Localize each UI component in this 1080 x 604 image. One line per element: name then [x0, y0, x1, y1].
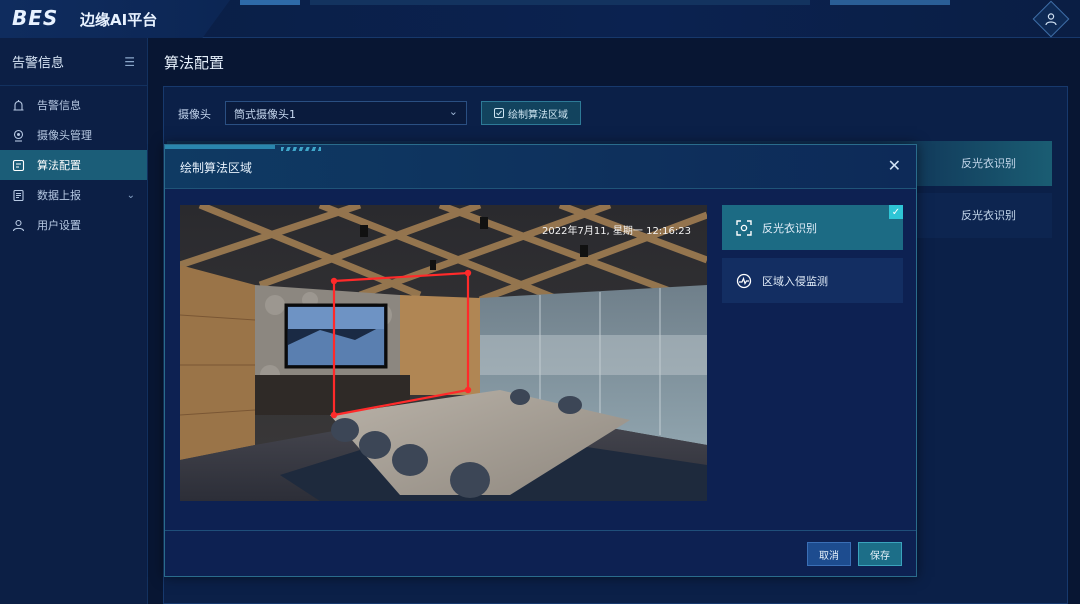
sidebar-item-label: 告警信息	[37, 99, 81, 112]
sidebar-item-label: 数据上报	[37, 189, 81, 202]
pulse-icon	[736, 273, 752, 289]
sidebar-item-algorithm-config[interactable]: 算法配置	[0, 150, 147, 180]
sidebar-header: 告警信息 ☰	[0, 38, 147, 86]
modal-footer: 取消 保存	[165, 530, 916, 576]
user-icon	[1045, 13, 1057, 26]
sidebar-item-label: 算法配置	[37, 159, 81, 172]
snapshot-timestamp: 2022年7月11, 星期一 12:16:23	[542, 226, 691, 237]
page-title: 算法配置	[164, 54, 225, 72]
sidebar-item-label: 摄像头管理	[37, 129, 92, 142]
draw-region-button[interactable]: 绘制算法区域	[481, 101, 581, 125]
chevron-down-icon: ⌄	[126, 189, 135, 201]
scan-icon	[736, 219, 752, 236]
conference-room-image	[180, 205, 707, 501]
report-icon	[12, 189, 25, 202]
save-button[interactable]: 保存	[858, 542, 902, 566]
camera-label: 摄像头	[178, 108, 211, 121]
camera-icon	[12, 129, 25, 142]
header-decoration	[830, 0, 950, 5]
user-menu-button[interactable]	[1032, 0, 1070, 38]
draw-region-label: 绘制算法区域	[508, 109, 568, 121]
header-decoration	[281, 147, 321, 151]
camera-select[interactable]: 筒式摄像头1 ⌄	[225, 101, 467, 125]
sidebar-item-data-report[interactable]: 数据上报 ⌄	[0, 180, 147, 210]
header-decoration	[165, 145, 275, 149]
logo: BES	[12, 6, 59, 30]
algorithm-option-label: 反光衣识别	[762, 221, 817, 235]
alarm-icon	[12, 99, 25, 112]
top-bar: BES 边缘AI平台	[0, 0, 1080, 38]
chevron-down-icon: ⌄	[448, 105, 458, 118]
camera-select-value: 筒式摄像头1	[234, 108, 296, 121]
config-icon	[12, 159, 25, 172]
sidebar-item-cameras[interactable]: 摄像头管理	[0, 120, 147, 150]
cancel-button[interactable]: 取消	[807, 542, 851, 566]
check-icon: ✓	[889, 205, 903, 219]
modal-title: 绘制算法区域	[180, 161, 253, 175]
algorithm-row-label: 反光衣识别	[961, 209, 1016, 222]
sidebar-item-alarms[interactable]: 告警信息	[0, 90, 147, 120]
modal-header: 绘制算法区域 ✕	[165, 145, 916, 189]
close-icon[interactable]: ✕	[888, 156, 901, 175]
header-decoration	[240, 0, 300, 5]
app-title: 边缘AI平台	[80, 11, 158, 29]
draw-region-modal: 绘制算法区域 ✕ 2022年7月11, 星期一 12:16:23 反光衣识别 ✓…	[164, 144, 917, 577]
algorithm-option-reflective-vest[interactable]: 反光衣识别 ✓	[722, 205, 903, 250]
algorithm-option-intrusion[interactable]: 区域入侵监测	[722, 258, 903, 303]
algorithm-row-label: 反光衣识别	[961, 157, 1016, 170]
edit-icon	[494, 108, 504, 118]
sidebar-item-user-settings[interactable]: 用户设置	[0, 210, 147, 240]
sidebar-title: 告警信息	[12, 56, 65, 71]
header-decoration	[310, 0, 810, 5]
logo-area: BES 边缘AI平台	[0, 0, 230, 38]
collapse-icon[interactable]: ☰	[124, 55, 135, 69]
sidebar-item-label: 用户设置	[37, 219, 81, 232]
camera-snapshot[interactable]: 2022年7月11, 星期一 12:16:23	[180, 205, 707, 501]
user-icon	[12, 219, 25, 232]
algorithm-option-label: 区域入侵监测	[762, 274, 828, 288]
sidebar: 告警信息 ☰ 告警信息 摄像头管理 算法配置 数据上报 ⌄ 用户设置	[0, 38, 148, 604]
sidebar-menu: 告警信息 摄像头管理 算法配置 数据上报 ⌄ 用户设置	[0, 86, 147, 240]
